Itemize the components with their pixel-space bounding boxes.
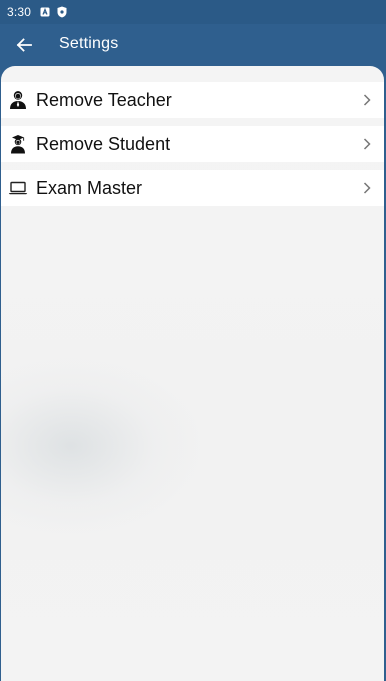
screen: 3:30 Settings Remove Teacher Remove Stud… (0, 0, 386, 681)
teacher-icon (7, 89, 29, 111)
menu-item-label: Remove Teacher (36, 89, 172, 110)
settings-content: Remove Teacher Remove Student Exam Maste… (1, 66, 384, 681)
menu-item-exam-master[interactable]: Exam Master (1, 170, 384, 206)
menu-item-remove-teacher[interactable]: Remove Teacher (1, 82, 384, 118)
chevron-right-icon (360, 91, 374, 109)
menu-item-remove-student[interactable]: Remove Student (1, 126, 384, 162)
background-glow (1, 356, 201, 536)
chevron-right-icon (360, 135, 374, 153)
menu-item-label: Exam Master (36, 177, 143, 198)
arrow-left-icon (16, 38, 32, 52)
app-bar: Settings (0, 24, 386, 66)
status-bar: 3:30 (0, 0, 386, 24)
status-time: 3:30 (7, 5, 32, 19)
menu-item-label: Remove Student (36, 133, 171, 154)
chevron-right-icon (360, 179, 374, 197)
laptop-icon (7, 177, 29, 199)
shield-icon (57, 6, 67, 18)
settings-menu: Remove Teacher Remove Student Exam Maste… (1, 82, 384, 214)
page-title: Settings (59, 35, 119, 52)
student-icon (7, 133, 29, 155)
a-badge-icon (40, 7, 50, 17)
back-button[interactable] (12, 33, 36, 57)
